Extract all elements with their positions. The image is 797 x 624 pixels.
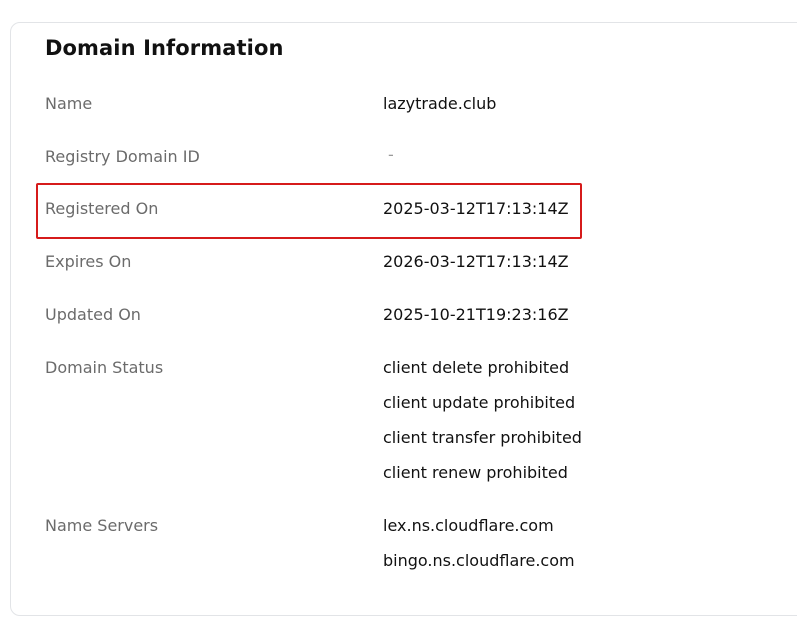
expires-on-label: Expires On <box>45 252 132 271</box>
domain-status-value: client update prohibited <box>383 393 576 412</box>
registered-on-value: 2025-03-12T17:13:14Z <box>383 199 569 218</box>
domain-status-value: client renew prohibited <box>383 463 568 482</box>
name-label: Name <box>45 94 93 113</box>
name-servers-label: Name Servers <box>45 516 159 535</box>
name-server-value: bingo.ns.cloudflare.com <box>383 551 575 570</box>
registry-domain-id-value: - <box>388 145 394 164</box>
updated-on-label: Updated On <box>45 305 141 324</box>
card-title: Domain Information <box>45 36 284 60</box>
registered-on-label: Registered On <box>45 199 159 218</box>
name-server-value: lex.ns.cloudflare.com <box>383 516 554 535</box>
expires-on-value: 2026-03-12T17:13:14Z <box>383 252 569 271</box>
registry-domain-id-label: Registry Domain ID <box>45 147 200 166</box>
domain-status-value: client delete prohibited <box>383 358 570 377</box>
name-value: lazytrade.club <box>383 94 497 113</box>
updated-on-value: 2025-10-21T19:23:16Z <box>383 305 569 324</box>
domain-status-value: client transfer prohibited <box>383 428 582 447</box>
domain-status-label: Domain Status <box>45 358 164 377</box>
